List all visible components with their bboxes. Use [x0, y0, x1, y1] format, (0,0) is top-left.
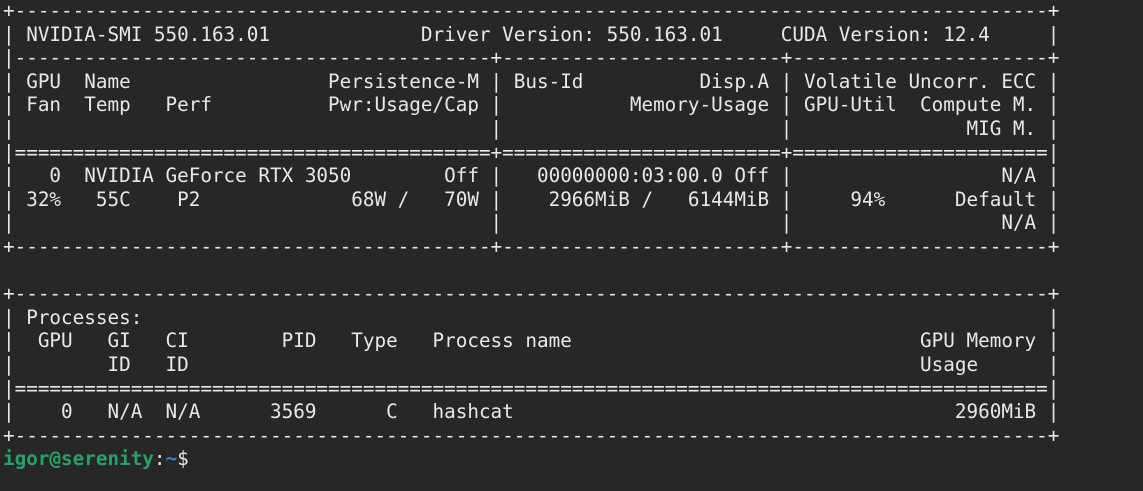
- smi-version-line: | NVIDIA-SMI 550.163.01 Driver Version: …: [3, 22, 1060, 46]
- smi-processes-top-border: +---------------------------------------…: [3, 282, 1060, 306]
- smi-processes-header-row-1: | GPU GI CI PID Type Process name GPU Me…: [3, 329, 1060, 353]
- prompt-user-host: igor@serenity: [3, 447, 154, 471]
- smi-top-border: +---------------------------------------…: [3, 0, 1060, 22]
- smi-gpu-header-row-1: | GPU Name Persistence-M | Bus-Id Disp.A…: [3, 69, 1060, 93]
- prompt-symbol: $: [177, 447, 189, 471]
- smi-gpu-row-3: | | | N/A |: [3, 211, 1060, 235]
- terminal-window[interactable]: +---------------------------------------…: [0, 0, 1143, 491]
- terminal-output: +---------------------------------------…: [3, 0, 1059, 471]
- prompt-path: ~: [165, 447, 178, 471]
- smi-processes-bottom-border: +---------------------------------------…: [3, 423, 1060, 447]
- smi-process-row: | 0 N/A N/A 3569 C hashcat 2960MiB |: [3, 400, 1060, 424]
- smi-gpu-row-1: | 0 NVIDIA GeForce RTX 3050 Off | 000000…: [3, 164, 1060, 188]
- smi-gpu-bottom-border: +---------------------------------------…: [3, 234, 1060, 258]
- smi-header-separator: |---------------------------------------…: [3, 46, 1060, 70]
- smi-gpu-row-2: | 32% 55C P2 68W / 70W | 2966MiB / 6144M…: [3, 187, 1060, 211]
- smi-processes-header-row-2: | ID ID Usage |: [3, 352, 1060, 376]
- smi-processes-title: | Processes: |: [3, 305, 1060, 329]
- shell-prompt[interactable]: igor@serenity:~$: [3, 447, 1059, 471]
- smi-gpu-header-row-3: | | | MIG M. |: [3, 116, 1060, 140]
- smi-gpu-header-row-2: | Fan Temp Perf Pwr:Usage/Cap | Memory-U…: [3, 93, 1060, 117]
- smi-gpu-header-divider: |=======================================…: [3, 140, 1060, 164]
- smi-processes-divider: |=======================================…: [3, 376, 1060, 400]
- prompt-separator: :: [153, 447, 166, 471]
